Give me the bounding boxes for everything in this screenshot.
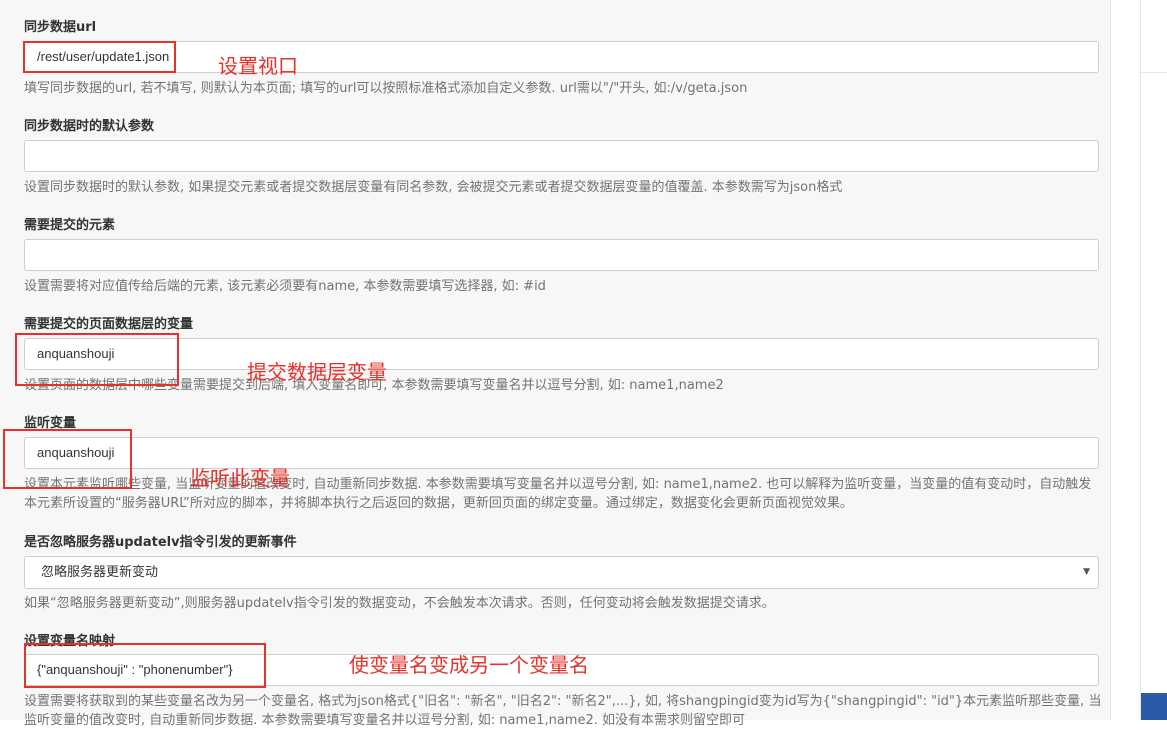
sync-url-help: 填写同步数据的url, 若不填写, 则默认为本页面; 填写的url可以按照标准格… bbox=[24, 81, 748, 96]
submit-data-layer-input[interactable]: anquanshouji bbox=[24, 338, 1099, 370]
ignore-update-label: 是否忽略服务器updatelv指令引发的更新事件 bbox=[24, 535, 297, 550]
annotation-box-listen bbox=[3, 429, 132, 489]
listen-vars-help: 设置本元素监听哪些变量, 当监听变量的值改变时, 自动重新同步数据. 本参数需要… bbox=[24, 477, 1092, 511]
sync-url-label: 同步数据url bbox=[24, 20, 97, 35]
default-params-help: 设置同步数据时的默认参数, 如果提交元素或者提交数据层变量有同名参数, 会被提交… bbox=[24, 180, 843, 195]
listen-vars-input[interactable]: anquanshouji bbox=[24, 437, 1099, 469]
ignore-update-help: 如果“忽略服务器更新变动”,则服务器updatelv指令引发的数据变动，不会触发… bbox=[24, 596, 775, 611]
annotation-box-mapping bbox=[24, 643, 266, 688]
annotation-viewport: 设置视口 bbox=[218, 54, 298, 78]
chevron-down-icon: ▼ bbox=[1083, 567, 1090, 577]
submit-elements-label: 需要提交的元素 bbox=[24, 218, 116, 233]
annotation-submit-data-layer: 提交数据层变量 bbox=[247, 360, 387, 384]
divider bbox=[1141, 72, 1167, 73]
var-mapping-help: 设置需要将获取到的某些变量名改为另一个变量名, 格式为json格式{"旧名": … bbox=[24, 694, 1102, 728]
default-params-label: 同步数据时的默认参数 bbox=[24, 119, 155, 134]
submit-data-layer-label: 需要提交的页面数据层的变量 bbox=[24, 317, 194, 332]
annotation-listen-var: 监听此变量 bbox=[190, 466, 290, 490]
ignore-update-selected-value: 忽略服务器更新变动 bbox=[41, 565, 159, 580]
submit-data-layer-help: 设置页面的数据层中哪些变量需要提交到后端, 填入变量名即可, 本参数需要填写变量… bbox=[24, 378, 724, 393]
right-edge-panel bbox=[1140, 0, 1167, 720]
submit-elements-input[interactable] bbox=[24, 239, 1099, 271]
annotation-rename-var: 使变量名变成另一个变量名 bbox=[349, 653, 589, 677]
submit-elements-help: 设置需要将对应值传给后端的元素, 该元素必须要有name, 本参数需要填写选择器… bbox=[24, 279, 546, 294]
sync-url-input[interactable]: /rest/user/update1.json bbox=[24, 41, 1099, 73]
default-params-input[interactable] bbox=[24, 140, 1099, 172]
annotation-box-data-layer bbox=[15, 333, 179, 386]
annotation-box-url bbox=[23, 41, 176, 73]
accent-block bbox=[1141, 693, 1167, 720]
ignore-update-select[interactable]: 忽略服务器更新变动 ▼ bbox=[24, 556, 1099, 589]
